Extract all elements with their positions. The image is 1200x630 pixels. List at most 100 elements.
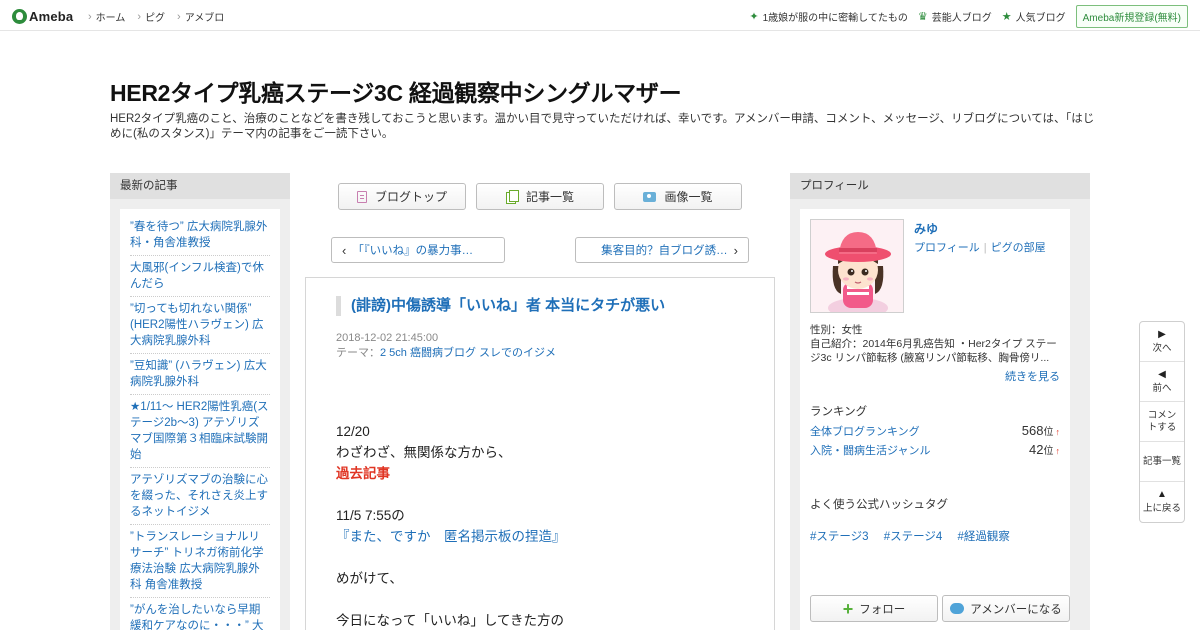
prev-article-link[interactable]: ‹ 「『いいね』の暴力事…: [331, 237, 505, 263]
ranking-overall-link[interactable]: 全体ブログランキング: [810, 423, 920, 439]
image-list-button[interactable]: 画像一覧: [614, 183, 742, 210]
article-body: 12/20 わざわざ、無関係な方から、 過去記事 11/5 7:55の 『また、…: [336, 421, 756, 630]
plus-icon: +: [842, 598, 854, 619]
image-list-label: 画像一覧: [664, 190, 713, 204]
hashtag-link[interactable]: #ステージ4: [884, 531, 943, 543]
article: (誹謗)中傷誘導「いいね」者 本当にタチが悪い 2018-12-02 21:45…: [305, 277, 775, 630]
blog-top-button[interactable]: ブログトップ: [338, 183, 466, 210]
hashtag-link[interactable]: #経過観察: [958, 531, 1010, 543]
recent-article-link[interactable]: ”がんを治したいなら早期緩和ケアなのに・・・” 大津秀一緩和医: [130, 598, 270, 630]
theme-label: テーマ：: [336, 347, 380, 359]
amember-button[interactable]: アメンバーになる: [942, 595, 1070, 622]
star-icon: ★: [1001, 11, 1012, 23]
blog-description: HER2タイプ乳癌のこと、治療のことなどを書き残しておこうと思います。温かい目で…: [110, 113, 1095, 140]
next-label: 次へ: [1152, 342, 1172, 354]
pigg-room-link[interactable]: ピグの部屋: [991, 242, 1046, 254]
profile-intro: 自己紹介：2014年6月乳癌告知 ・Her2タイプ ステージ3c リンパ節転移 …: [810, 338, 1057, 364]
sparkle-icon: ✦: [749, 11, 759, 23]
recent-article-link[interactable]: ”切っても切れない関係” (HER2陽性ハラヴェン) 広大病院乳腺外科: [130, 297, 270, 354]
ranking-genre-value: 42位 ↑: [1029, 442, 1060, 458]
crown-icon: ♛: [917, 11, 928, 23]
article-title[interactable]: (誹謗)中傷誘導「いいね」者 本当にタチが悪い: [336, 296, 665, 316]
prev-article-label: 「『いいね』の暴力事…: [352, 245, 474, 257]
profile-link[interactable]: プロフィール: [914, 242, 980, 254]
referenced-article-link[interactable]: 『また、ですか 匿名掲示板の捏造』: [336, 529, 566, 544]
featured-link[interactable]: ✦ 1歳娘が服の中に密輸してたもの: [749, 9, 907, 24]
global-header: Ameba ホーム ピグ アメブロ ✦ 1歳娘が服の中に密輸してたもの ♛ 芸能…: [0, 0, 1200, 31]
follow-button[interactable]: + フォロー: [810, 595, 938, 622]
avatar[interactable]: [810, 219, 904, 313]
nav-home[interactable]: ホーム: [88, 9, 126, 24]
recent-article-link[interactable]: アテゾリズマブの治験に心を綴った、それさえ炎上するネットイジメ: [130, 468, 270, 525]
recent-article-link[interactable]: ”豆知識” (ハラヴェン) 広大病院乳腺外科: [130, 354, 270, 395]
body-line: 今日になって「いいね」してきた方の: [336, 613, 565, 628]
rank-number: 568: [1021, 423, 1044, 438]
body-line: 11/5 7:55の: [336, 508, 405, 523]
recent-articles-panel: 最新の記事 ”春を待つ” 広大病院乳腺外科・角舎准教授 大風邪(インフル検査)で…: [110, 173, 290, 630]
ameba-logo-icon: [12, 8, 27, 24]
featured-link-label: 1歳娘が服の中に密輸してたもの: [762, 13, 908, 24]
copy-icon: [505, 190, 519, 204]
ranking-heading: ランキング: [810, 406, 868, 418]
amember-label: アメンバーになる: [970, 603, 1062, 616]
rank-number: 42: [1029, 442, 1044, 457]
prev-article-button[interactable]: ◀ 前へ: [1140, 362, 1184, 402]
past-article-link[interactable]: 過去記事: [336, 463, 756, 484]
recent-article-link[interactable]: 大風邪(インフル検査)で休んだら: [130, 256, 270, 297]
global-nav: ホーム ピグ アメブロ: [88, 9, 236, 24]
profile-panel: プロフィール みゆ プロフィール | ピグの部屋 性別：女性 自己紹介：2014…: [790, 173, 1090, 630]
ameba-logo-text: Ameba: [29, 8, 74, 24]
nav-pigg[interactable]: ピグ: [137, 9, 165, 24]
hashtags-heading: よく使う公式ハッシュタグ: [810, 499, 948, 511]
ranking-row: 入院・闘病生活ジャンル 42位 ↑: [810, 442, 1060, 458]
chevron-right-icon: ›: [733, 242, 738, 258]
hashtag-link[interactable]: #ステージ3: [810, 531, 869, 543]
article-meta: 2018-12-02 21:45:00 テーマ：2 5ch 癌闘病ブログ スレで…: [336, 331, 556, 361]
recent-article-link[interactable]: ”春を待つ” 広大病院乳腺外科・角舎准教授: [130, 215, 270, 256]
floating-nav: ▶ 次へ ◀ 前へ コメントする 記事一覧 ▲ 上に戻る: [1139, 321, 1185, 523]
rank-unit: 位: [1043, 427, 1054, 438]
play-right-icon: ▶: [1158, 328, 1166, 340]
back-to-top-button[interactable]: ▲ 上に戻る: [1140, 482, 1184, 522]
ameba-logo[interactable]: Ameba: [12, 7, 73, 25]
header-links: ✦ 1歳娘が服の中に密輸してたもの ♛ 芸能人ブログ ★ 人気ブログ Ameba…: [749, 5, 1188, 28]
chat-bubble-icon: [950, 603, 965, 614]
profile-card: みゆ プロフィール | ピグの部屋 性別：女性 自己紹介：2014年6月乳癌告知 ・…: [800, 209, 1070, 630]
profile-gender: 性別：女性: [810, 324, 863, 336]
popular-blog-link[interactable]: ★ 人気ブログ: [1002, 9, 1066, 24]
profile-heading: プロフィール: [790, 173, 1090, 199]
body-line: めがけて、: [336, 571, 403, 586]
article-list-float-button[interactable]: 記事一覧: [1140, 442, 1184, 482]
article-list-float-label: 記事一覧: [1142, 455, 1181, 467]
hashtag-list: #ステージ3 #ステージ4 #経過観察: [810, 528, 1022, 544]
back-to-top-label: 上に戻る: [1142, 503, 1181, 514]
follow-label: フォロー: [859, 603, 906, 616]
popular-blog-label: 人気ブログ: [1015, 13, 1066, 24]
recent-articles-heading: 最新の記事: [110, 173, 290, 199]
register-button[interactable]: Ameba新規登録(無料): [1075, 5, 1188, 28]
article-list-button[interactable]: 記事一覧: [476, 183, 604, 210]
celebrity-blog-label: 芸能人ブログ: [931, 13, 992, 24]
profile-info: 性別：女性 自己紹介：2014年6月乳癌告知 ・Her2タイプ ステージ3c リ…: [810, 323, 1062, 365]
theme-link[interactable]: 2 5ch 癌闘病ブログ スレでのイジメ: [380, 347, 556, 359]
read-more-link[interactable]: 続きを見る: [1005, 368, 1060, 384]
blog-title[interactable]: HER2タイプ乳癌ステージ3C 経過観察中シングルマザー: [110, 74, 682, 108]
recent-article-link[interactable]: ★1/11～ HER2陽性乳癌(ステージ2b～3) アテゾリズマブ国際第３相臨床…: [130, 395, 270, 468]
article-date: 2018-12-02 21:45:00: [336, 332, 439, 344]
celebrity-blog-link[interactable]: ♛ 芸能人ブログ: [918, 9, 992, 24]
nav-ameblo[interactable]: アメブロ: [177, 9, 225, 24]
profile-name[interactable]: みゆ: [914, 220, 938, 237]
recent-article-link[interactable]: ”トランスレーショナルリサーチ” トリネガ術前化学療法治験 広大病院乳腺外科 角…: [130, 525, 270, 598]
profile-links: プロフィール | ピグの部屋: [914, 242, 1046, 254]
play-left-icon: ◀: [1158, 368, 1166, 380]
next-article-link[interactable]: 集客目的？自ブログ誘… ›: [575, 237, 749, 263]
comment-button[interactable]: コメントする: [1140, 402, 1184, 442]
next-article-button[interactable]: ▶ 次へ: [1140, 322, 1184, 362]
prev-label: 前へ: [1152, 382, 1172, 394]
avatar-illustration: [811, 220, 903, 312]
ranking-row: 全体ブログランキング 568位 ↑: [810, 423, 1060, 439]
rank-up-arrow-icon: ↑: [1055, 446, 1061, 456]
document-icon: [356, 190, 367, 203]
ranking-genre-link[interactable]: 入院・闘病生活ジャンル: [810, 442, 930, 458]
rank-up-arrow-icon: ↑: [1055, 427, 1061, 437]
